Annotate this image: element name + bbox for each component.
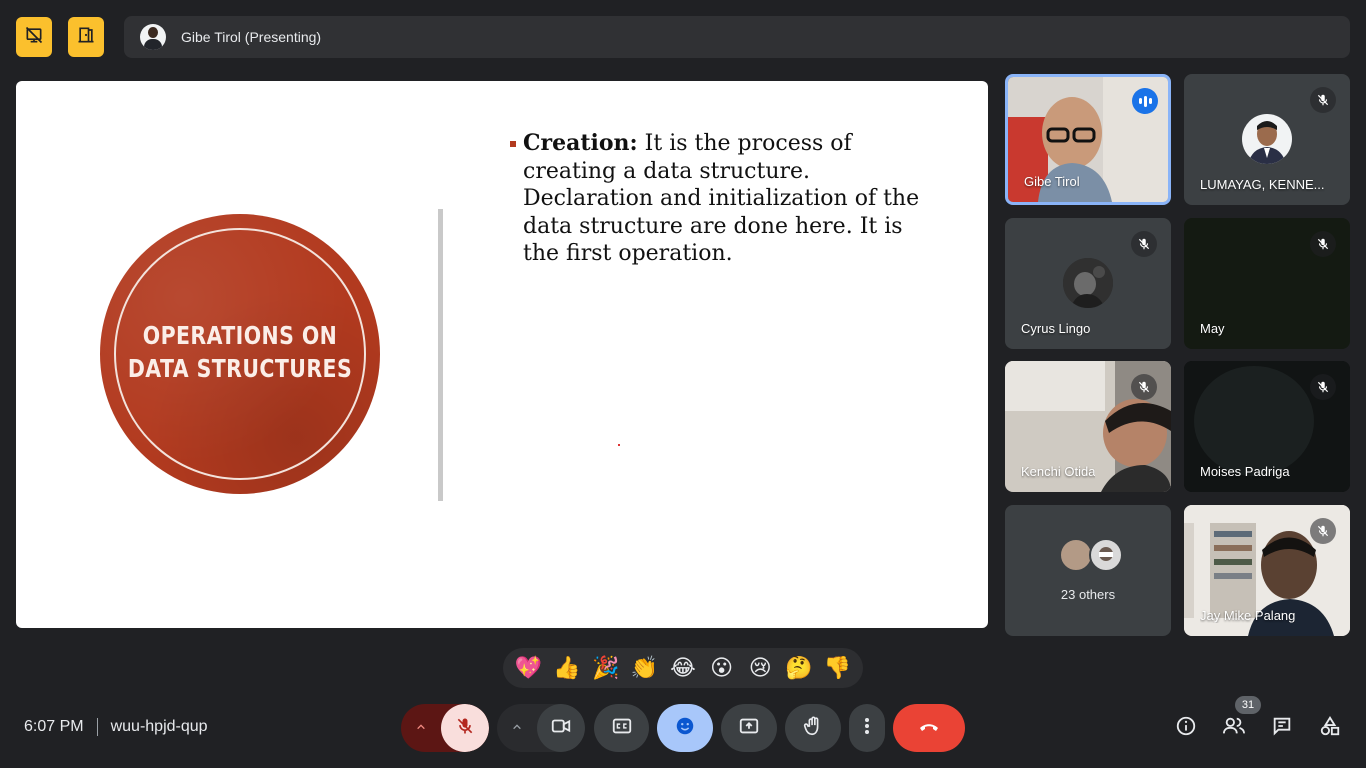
reaction-laugh[interactable]: 😂 <box>669 654 697 682</box>
avatar <box>1089 538 1123 572</box>
meeting-code: wuu-hpjd-qup <box>110 718 208 735</box>
shapes-icon <box>1319 715 1341 742</box>
reaction-thumbs-down[interactable]: 👎 <box>824 654 852 682</box>
slide-bullet-text: Creation: It is the process of creating … <box>523 130 920 266</box>
more-options-button[interactable] <box>849 704 885 752</box>
reactions-bar: 💖 👍 🎉 👏 😂 😮 😢 🤔 👎 <box>503 648 863 688</box>
mic-off-icon <box>455 716 475 741</box>
participant-name: Moises Padriga <box>1200 464 1290 479</box>
participant-tile[interactable]: May <box>1184 218 1350 349</box>
presenter-bar[interactable]: Gibe Tirol (Presenting) <box>124 16 1350 58</box>
smiley-icon <box>674 715 696 742</box>
mic-off-icon <box>1310 87 1336 113</box>
reaction-party[interactable]: 🎉 <box>592 654 620 682</box>
people-button[interactable] <box>1221 715 1247 741</box>
slide-title: OPERATIONS ON DATA STRUCTURES <box>127 321 353 383</box>
end-call-icon <box>917 714 941 743</box>
mic-off-icon <box>1310 231 1336 257</box>
participant-tile[interactable]: Gibe Tirol <box>1005 74 1171 205</box>
slide-divider <box>438 209 443 501</box>
reaction-clap[interactable]: 👏 <box>630 654 658 682</box>
participant-name: LUMAYAG, KENNE... <box>1200 177 1325 192</box>
reaction-heart[interactable]: 💖 <box>514 654 542 682</box>
closed-captions-icon <box>611 715 633 742</box>
video-options-button[interactable] <box>497 704 537 752</box>
participant-tile[interactable]: Cyrus Lingo <box>1005 218 1171 349</box>
more-vert-icon <box>864 717 870 740</box>
participant-name: Jay Mike Palang <box>1200 608 1296 623</box>
pointer-dot <box>618 444 620 446</box>
bullet-marker <box>510 141 516 147</box>
avatar <box>1242 114 1292 164</box>
reaction-sad[interactable]: 😢 <box>746 654 774 682</box>
video-camera-icon <box>550 715 572 742</box>
divider <box>96 718 98 736</box>
participant-tile[interactable]: Moises Padriga <box>1184 361 1350 492</box>
chevron-up-icon <box>512 719 522 737</box>
participant-tile[interactable]: Kenchi Otida <box>1005 361 1171 492</box>
presentation-slide: OPERATIONS ON DATA STRUCTURES Creation: … <box>16 81 988 628</box>
hand-icon <box>802 715 824 742</box>
no-presentation-icon <box>24 25 44 50</box>
info-icon <box>1175 715 1197 742</box>
activities-button[interactable] <box>1317 715 1343 741</box>
mic-off-icon <box>1310 374 1336 400</box>
mic-off-icon <box>1131 231 1157 257</box>
chat-button[interactable] <box>1269 715 1295 741</box>
others-tile[interactable]: 23 others <box>1005 505 1171 636</box>
leave-call-button[interactable] <box>893 704 965 752</box>
participant-tile[interactable]: Jay Mike Palang <box>1184 505 1350 636</box>
mic-off-icon <box>1131 374 1157 400</box>
raise-hand-button[interactable] <box>785 704 841 752</box>
reactions-button[interactable] <box>657 704 713 752</box>
participant-name: Gibe Tirol <box>1024 174 1080 189</box>
others-count-label: 23 others <box>1060 587 1116 602</box>
mic-control-group <box>401 704 489 752</box>
chat-icon <box>1271 715 1293 742</box>
clock-time: 6:07 PM <box>24 718 84 735</box>
camera-toggle-button[interactable] <box>537 704 585 752</box>
reaction-surprised[interactable]: 😮 <box>708 654 736 682</box>
avatar <box>1063 258 1113 308</box>
meeting-info: 6:07 PM wuu-hpjd-qup <box>24 718 208 736</box>
present-now-button[interactable] <box>721 704 777 752</box>
present-to-room-button[interactable] <box>68 17 104 57</box>
audio-options-button[interactable] <box>401 704 441 752</box>
meeting-details-button[interactable] <box>1173 715 1199 741</box>
avatar <box>1059 538 1093 572</box>
people-icon <box>1222 715 1246 742</box>
mic-off-icon <box>1310 518 1336 544</box>
participant-name: Cyrus Lingo <box>1021 321 1091 336</box>
presenter-name: Gibe Tirol (Presenting) <box>181 29 322 45</box>
captions-button[interactable] <box>594 704 649 752</box>
participant-tile[interactable]: LUMAYAG, KENNE... <box>1184 74 1350 205</box>
avatar <box>140 24 166 50</box>
door-icon <box>76 25 96 50</box>
present-screen-icon <box>738 715 760 742</box>
participant-name: Kenchi Otida <box>1021 464 1096 479</box>
mic-toggle-button[interactable] <box>441 704 489 752</box>
camera-control-group <box>497 704 585 752</box>
reaction-thumbs-up[interactable]: 👍 <box>553 654 581 682</box>
participant-count-badge: 31 <box>1235 696 1261 714</box>
hide-presentation-button[interactable] <box>16 17 52 57</box>
chevron-up-icon <box>416 719 426 737</box>
reaction-thinking[interactable]: 🤔 <box>785 654 813 682</box>
speaking-indicator-icon <box>1132 88 1158 114</box>
slide-title-circle: OPERATIONS ON DATA STRUCTURES <box>100 214 380 494</box>
participant-name: May <box>1200 321 1225 336</box>
